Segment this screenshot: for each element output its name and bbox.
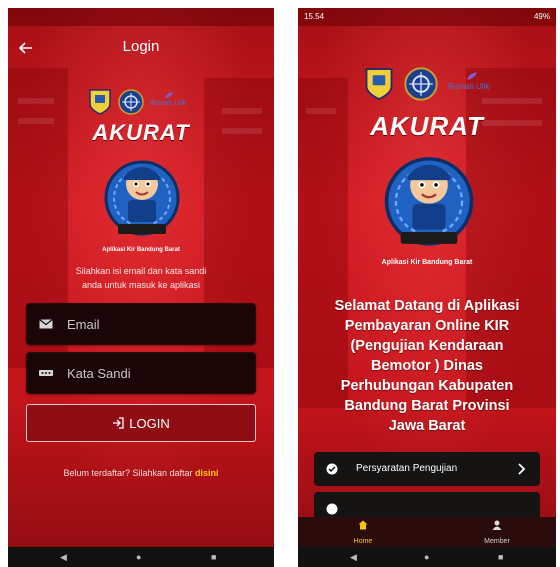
- welcome-line: (Pengujian Kendaraan: [350, 338, 504, 354]
- welcome-line: Jawa Barat: [388, 418, 466, 434]
- email-field[interactable]: [26, 303, 256, 345]
- logo-row: Rumah Ulik: [88, 88, 190, 116]
- nav-home-icon[interactable]: ●: [136, 552, 141, 562]
- brand-title: AKURAT: [370, 111, 484, 141]
- chevron-right-icon: [518, 463, 526, 475]
- envelope-icon: [39, 319, 53, 329]
- building-window: [222, 108, 262, 114]
- check-circle-icon: [326, 463, 338, 475]
- page-title: Login: [122, 38, 160, 55]
- nav-back-icon[interactable]: ◀: [350, 552, 357, 562]
- logo-row: Rumah Ulik: [364, 66, 496, 102]
- bottom-navigation: Home Member: [298, 517, 556, 547]
- login-button[interactable]: LOGIN: [26, 404, 256, 442]
- dishub-emblem-icon: [404, 67, 438, 101]
- instruction-line-2: anda untuk masuk ke aplikasi: [81, 280, 201, 290]
- mascot-illustration: [104, 160, 180, 236]
- password-field[interactable]: [26, 352, 256, 394]
- rumah-ulik-logo: Rumah Ulik: [150, 91, 190, 113]
- app-subtitle: Aplikasi Kir Bandung Barat: [102, 247, 180, 253]
- nav-home-icon[interactable]: ●: [424, 552, 429, 562]
- home-icon: [358, 520, 368, 530]
- logo-text: Rumah Ulik: [150, 100, 187, 107]
- regency-emblem-icon: [89, 89, 111, 115]
- password-input[interactable]: [65, 353, 247, 393]
- welcome-line: Bandung Barat Provinsi: [344, 398, 510, 414]
- register-text: Belum terdaftar? Silahkan daftar: [63, 468, 193, 478]
- status-battery: 49%: [533, 12, 550, 21]
- app-subtitle: Aplikasi Kir Bandung Barat: [381, 259, 473, 266]
- menu-item-persyaratan[interactable]: Persyaratan Pengujian: [314, 452, 540, 486]
- regency-emblem-icon: [365, 68, 393, 101]
- person-icon: [492, 520, 502, 530]
- register-link[interactable]: disini: [195, 468, 219, 478]
- brand-title: AKURAT: [92, 120, 190, 145]
- status-bar: 15.54 49%: [298, 8, 556, 26]
- logo-text: Rumah Ulik: [448, 82, 490, 91]
- check-circle-icon: [326, 503, 338, 515]
- mascot-illustration: [384, 157, 474, 246]
- system-nav-bar: ◀ ● ■: [298, 547, 556, 567]
- welcome-line: Perhubungan Kabupaten: [340, 378, 514, 394]
- password-dots-icon: [39, 370, 53, 376]
- leaf-icon: [467, 72, 477, 80]
- welcome-line: Pembayaran Online KIR: [344, 318, 510, 334]
- leaf-icon: [165, 92, 173, 98]
- status-bar: [8, 8, 274, 26]
- nav-member-tab[interactable]: Member: [472, 520, 522, 546]
- welcome-line: Bemotor ) Dinas: [371, 358, 483, 374]
- nav-home-tab[interactable]: Home: [338, 520, 388, 546]
- nav-home-label: Home: [353, 538, 373, 545]
- nav-recents-icon[interactable]: ■: [498, 552, 503, 562]
- home-screen: 15.54 49% Rumah Ulik AKURAT Aplikasi Kir…: [298, 8, 556, 567]
- system-nav-bar: ◀ ● ■: [8, 547, 274, 567]
- dishub-emblem-icon: [118, 89, 144, 115]
- email-input[interactable]: [65, 304, 247, 344]
- welcome-line: Selamat Datang di Aplikasi: [334, 298, 520, 314]
- status-time: 15.54: [304, 12, 325, 21]
- welcome-message: Selamat Datang di Aplikasi Pembayaran On…: [304, 296, 550, 436]
- login-icon: [113, 417, 124, 429]
- nav-member-label: Member: [484, 538, 510, 545]
- rumah-ulik-logo: Rumah Ulik: [448, 71, 496, 97]
- instruction-line-1: Silahkan isi email dan kata sandi: [75, 266, 207, 276]
- login-label: LOGIN: [129, 415, 170, 431]
- register-prompt: Belum terdaftar? Silahkan daftar disini: [8, 468, 274, 478]
- menu-item-label: Persyaratan Pengujian: [356, 463, 458, 474]
- nav-back-icon[interactable]: ◀: [60, 552, 67, 562]
- nav-recents-icon[interactable]: ■: [211, 552, 216, 562]
- building-window: [18, 98, 54, 104]
- login-screen: Login Rumah Ulik AKURAT Aplikasi Kir Ban…: [8, 8, 274, 567]
